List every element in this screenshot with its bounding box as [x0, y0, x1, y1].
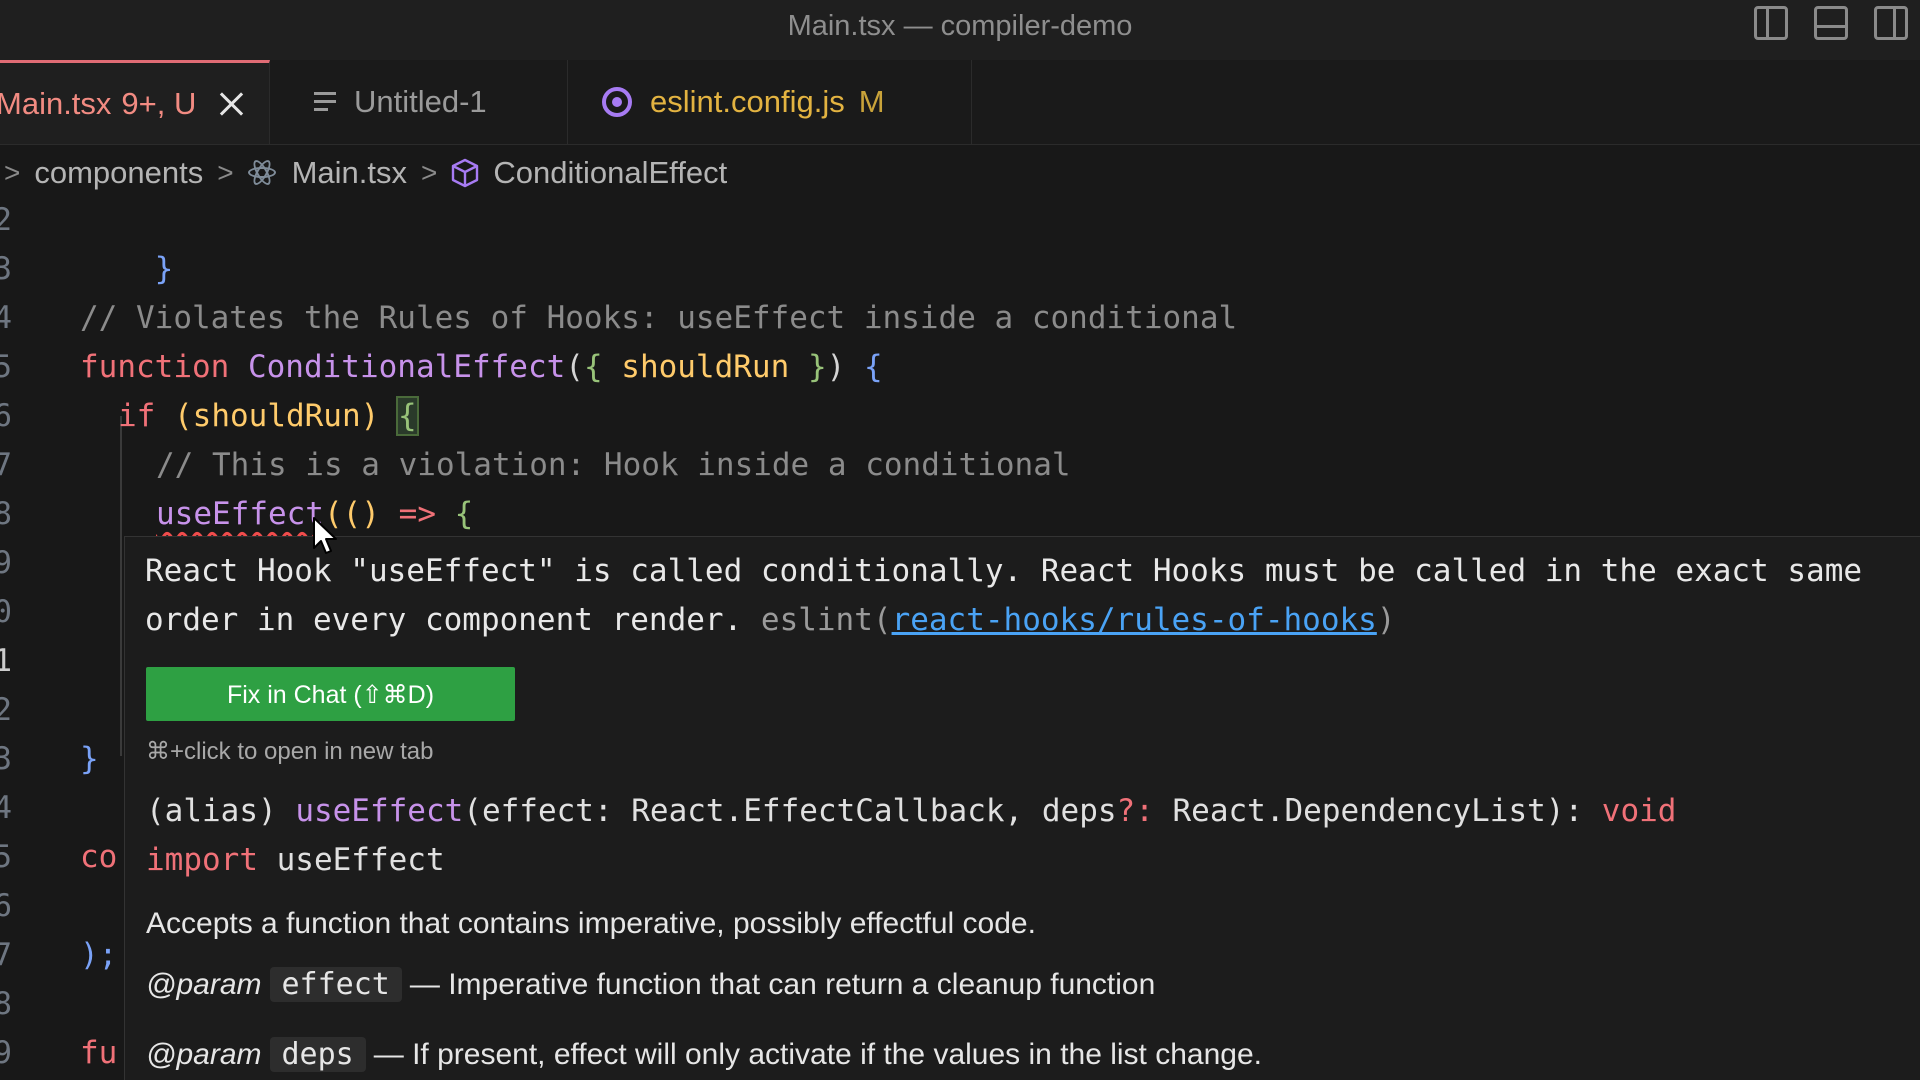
line-number: 6 — [0, 888, 12, 924]
tab-bar: Main.tsx 9+, U Untitled-1 eslint.config.… — [0, 60, 1920, 145]
eslint-icon — [602, 87, 632, 117]
line-number: 3 — [0, 741, 12, 777]
fix-in-chat-button[interactable]: Fix in Chat (⇧⌘D) — [146, 667, 515, 721]
line-number: 6 — [0, 398, 12, 434]
hover-tooltip: React Hook "useEffect" is called conditi… — [124, 536, 1920, 1080]
code-token: } — [80, 741, 99, 777]
tab-label: eslint.config.js — [650, 84, 845, 119]
line-number: 4 — [0, 790, 12, 826]
code-line-4: // Violates the Rules of Hooks: useEffec… — [80, 300, 1238, 336]
layout-controls — [1754, 6, 1908, 40]
code-line-5: function ConditionalEffect({ shouldRun }… — [80, 343, 883, 392]
toggle-panel-icon[interactable] — [1814, 6, 1848, 40]
code-line-13: } — [80, 735, 99, 784]
code-token: ConditionalEffect — [247, 349, 566, 385]
code-token: if — [118, 398, 156, 434]
breadcrumb: > components > Main.tsx > ConditionalEff… — [0, 146, 1920, 200]
sig-token: void — [1601, 793, 1677, 829]
line-number: 0 — [0, 594, 12, 630]
line-number: 3 — [0, 251, 12, 287]
code-token: ( — [565, 349, 584, 385]
param-name: deps — [269, 1037, 366, 1072]
code-line-6: if (shouldRun) { — [118, 392, 419, 441]
sig-token: (alias) — [146, 793, 296, 829]
param-text: — If present, effect will only activate … — [373, 1038, 1262, 1071]
code-token: { — [583, 349, 603, 385]
text-file-icon — [314, 92, 336, 112]
tab-label: Untitled-1 — [354, 84, 487, 119]
line-number: 9 — [0, 545, 12, 581]
open-in-tab-hint: ⌘+click to open in new tab — [146, 738, 434, 765]
tab-label: Main.tsx — [0, 85, 112, 121]
sig-token: useEffect — [257, 842, 445, 878]
line-number: 7 — [0, 447, 12, 483]
type-signature: (alias) useEffect(effect: React.EffectCa… — [146, 787, 1676, 885]
toggle-primary-sidebar-icon[interactable] — [1754, 6, 1788, 40]
line-number: 7 — [0, 937, 12, 973]
code-token: } — [154, 251, 174, 287]
eslint-source: eslint( — [760, 602, 892, 638]
react-icon — [247, 157, 278, 188]
code-token: ) — [826, 349, 846, 385]
line-number: 4 — [0, 300, 12, 336]
code-line-17: ); — [80, 937, 118, 973]
indent-guide — [120, 416, 122, 756]
sig-token: (effect: React.EffectCallback, deps — [463, 793, 1117, 829]
breadcrumb-item-main-tsx[interactable]: Main.tsx — [292, 155, 407, 191]
sig-token: useEffect — [295, 793, 464, 829]
diagnostic-line-1: React Hook "useEffect" is called conditi… — [145, 553, 1863, 589]
sig-token: import — [146, 842, 258, 878]
param-tag: @param — [146, 968, 262, 1001]
window-title: Main.tsx — compiler-demo — [787, 10, 1133, 42]
code-token: (shouldRun) — [174, 398, 380, 434]
line-number: 9 — [0, 1035, 12, 1071]
symbol-component-icon — [452, 158, 479, 188]
sig-token: ?: — [1116, 793, 1154, 829]
param-text: — Imperative function that can return a … — [409, 968, 1156, 1001]
toggle-secondary-sidebar-icon[interactable] — [1874, 6, 1908, 40]
param-deps: @param deps — If present, effect will only… — [146, 1037, 1262, 1072]
mouse-pointer-icon — [313, 517, 337, 554]
line-number: 8 — [0, 496, 12, 532]
code-line-15: co — [80, 839, 118, 875]
code-token: => — [398, 496, 436, 532]
code-token: function — [80, 349, 230, 385]
sig-token: React.DependencyList): — [1153, 793, 1602, 829]
param-name: effect — [269, 967, 402, 1002]
param-tag: @param — [146, 1038, 262, 1071]
chevron-right-icon: > — [421, 157, 438, 188]
line-number: 2 — [0, 692, 12, 728]
chevron-right-icon: > — [217, 157, 234, 188]
diagnostic-line-2: order in every component render. eslint(… — [145, 596, 1915, 645]
rule-link[interactable]: react-hooks/rules-of-hooks — [892, 602, 1377, 638]
bracket-match-highlight: { — [396, 396, 419, 436]
line-number: 5 — [0, 839, 12, 875]
eslint-source: ) — [1376, 602, 1396, 638]
tab-main-tsx[interactable]: Main.tsx 9+, U — [0, 60, 270, 144]
code-token: { — [454, 496, 474, 532]
chevron-right-icon: > — [4, 157, 21, 188]
close-icon[interactable] — [218, 91, 244, 117]
error-squiggle-useeffect[interactable]: useEffect — [156, 496, 324, 532]
code-token: shouldRun — [621, 349, 790, 385]
tab-status-badge: M — [858, 84, 885, 119]
code-token: { — [863, 349, 883, 385]
param-effect: @param effect — Imperative function that c… — [146, 967, 1155, 1002]
code-token: } — [807, 349, 827, 385]
breadcrumb-item-conditional-effect[interactable]: ConditionalEffect — [493, 155, 727, 191]
tab-status-badge: 9+, U — [121, 85, 197, 121]
hook-description: Accepts a function that contains imperat… — [146, 907, 1036, 940]
code-line-19: fu — [80, 1035, 118, 1071]
tab-untitled-1[interactable]: Untitled-1 — [270, 60, 568, 144]
tab-eslint-config[interactable]: eslint.config.js M — [568, 60, 972, 144]
line-number: 2 — [0, 202, 12, 238]
line-number: 5 — [0, 349, 12, 385]
title-bar: Main.tsx — compiler-demo — [0, 0, 1920, 60]
line-number-current: 1 — [0, 643, 12, 679]
line-number: 8 — [0, 986, 12, 1022]
breadcrumb-item-components[interactable]: components — [34, 155, 203, 191]
code-line-7: // This is a violation: Hook inside a co… — [156, 447, 1071, 483]
diagnostic-text: order in every component render. — [145, 602, 743, 638]
diagnostic-message: React Hook "useEffect" is called conditi… — [145, 547, 1915, 645]
